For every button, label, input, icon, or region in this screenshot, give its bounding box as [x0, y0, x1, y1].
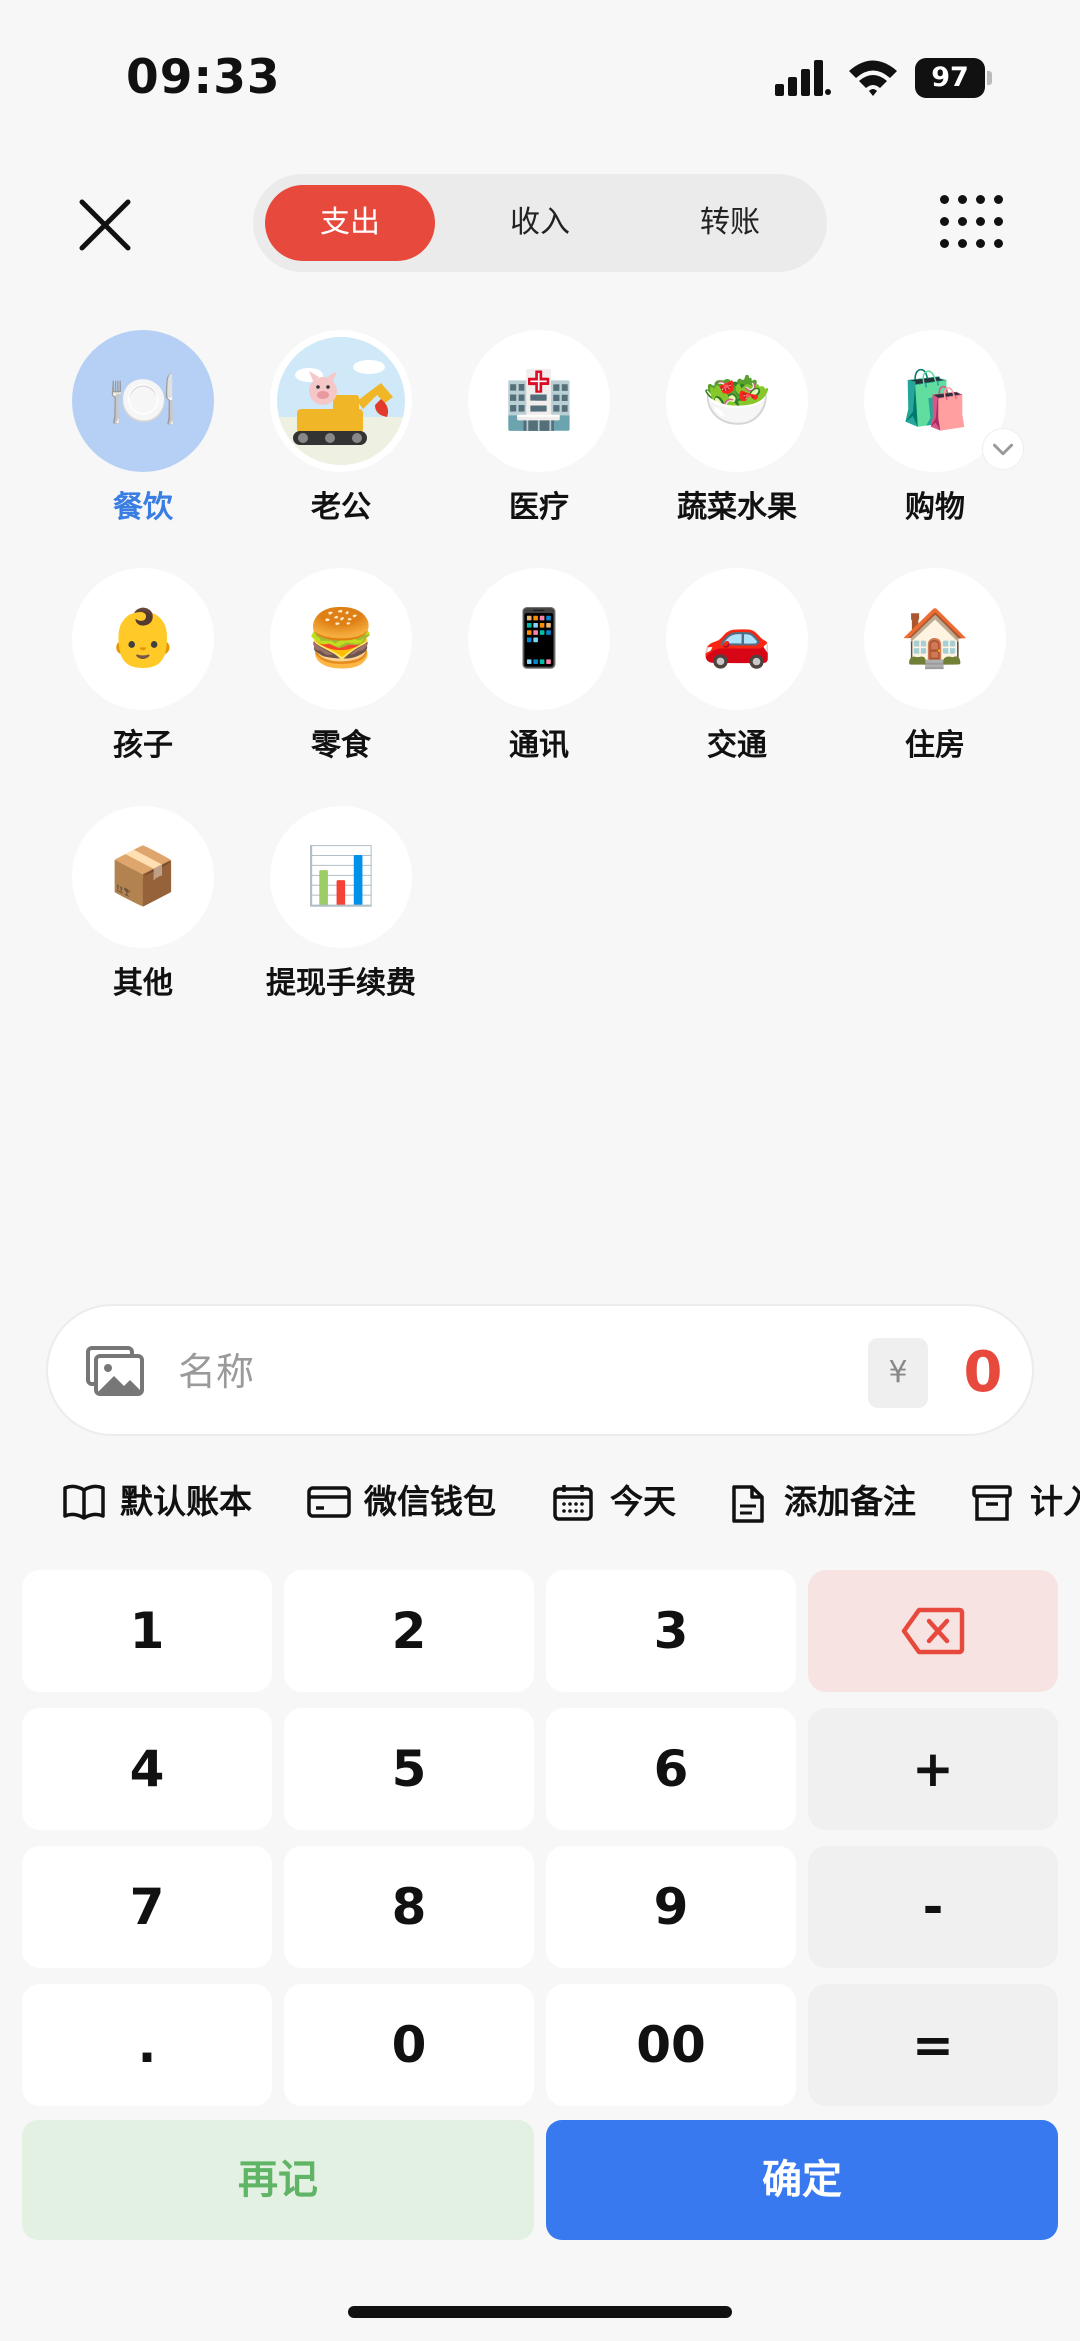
baby-icon: 👶	[72, 568, 214, 710]
category-label: 提现手续费	[266, 966, 416, 1001]
battery-indicator: 97	[915, 58, 992, 98]
category-dining[interactable]: 🍽️ 餐饮	[44, 330, 242, 530]
account-label: 微信钱包	[364, 1482, 496, 1521]
key-4[interactable]: 4	[22, 1708, 272, 1830]
category-produce[interactable]: 🥗 蔬菜水果	[638, 330, 836, 530]
status-bar: 09:33 97	[0, 0, 1080, 160]
category-husband[interactable]: 老公	[242, 330, 440, 530]
minus-key[interactable]: -	[808, 1846, 1058, 1968]
key-decimal[interactable]: .	[22, 1984, 272, 2106]
category-housing[interactable]: 🏠 住房	[836, 568, 1034, 768]
note-option[interactable]: 添加备注	[730, 1470, 940, 1534]
pig-excavator-avatar-icon	[270, 330, 412, 472]
record-again-button[interactable]: 再记	[22, 2120, 534, 2240]
burger-icon: 🍔	[270, 568, 412, 710]
category-label: 医疗	[509, 490, 569, 525]
wifi-icon	[849, 60, 897, 96]
bar-chart-icon: 📊	[270, 806, 412, 948]
key-3[interactable]: 3	[546, 1570, 796, 1692]
note-icon	[732, 1485, 764, 1523]
entry-field: ¥ 0	[46, 1304, 1034, 1436]
category-label: 其他	[113, 966, 173, 1001]
category-telecom[interactable]: 📱 通讯	[440, 568, 638, 768]
category-label: 住房	[905, 728, 965, 763]
category-other[interactable]: 📦 其他	[44, 806, 242, 1006]
key-0[interactable]: 0	[284, 1984, 534, 2106]
category-transport[interactable]: 🚗 交通	[638, 568, 836, 768]
cellular-signal-icon	[775, 60, 831, 96]
include-label: 计入	[1030, 1482, 1080, 1521]
hospital-icon: 🏥	[468, 330, 610, 472]
date-option[interactable]: 今天	[552, 1470, 702, 1534]
battery-level: 97	[915, 58, 985, 98]
category-kids[interactable]: 👶 孩子	[44, 568, 242, 768]
backspace-button[interactable]	[808, 1570, 1058, 1692]
ledger-label: 默认账本	[120, 1482, 252, 1521]
category-label: 孩子	[113, 728, 173, 763]
backspace-icon	[901, 1607, 965, 1655]
tab-expense[interactable]: 支出	[265, 185, 435, 261]
key-5[interactable]: 5	[284, 1708, 534, 1830]
category-label: 餐饮	[113, 490, 173, 525]
house-icon: 🏠	[864, 568, 1006, 710]
ledger-option[interactable]: 默认账本	[62, 1470, 272, 1534]
category-label: 老公	[311, 490, 371, 525]
calendar-icon	[553, 1485, 593, 1521]
category-label: 蔬菜水果	[677, 490, 797, 525]
status-time: 09:33	[126, 50, 281, 105]
include-option[interactable]: 计入	[972, 1470, 1080, 1534]
category-label: 交通	[707, 728, 767, 763]
category-withdrawal-fee[interactable]: 📊 提现手续费	[242, 806, 440, 1006]
book-icon	[63, 1484, 105, 1520]
date-label: 今天	[610, 1482, 676, 1521]
key-2[interactable]: 2	[284, 1570, 534, 1692]
car-icon: 🚗	[666, 568, 808, 710]
key-7[interactable]: 7	[22, 1846, 272, 1968]
amount-display: 0	[963, 1340, 1003, 1405]
key-8[interactable]: 8	[284, 1846, 534, 1968]
key-00[interactable]: 00	[546, 1984, 796, 2106]
plus-key[interactable]: +	[808, 1708, 1058, 1830]
note-label: 添加备注	[784, 1482, 916, 1521]
home-indicator	[348, 2306, 732, 2318]
phone-icon: 📱	[468, 568, 610, 710]
battery-nub	[987, 71, 992, 85]
category-snacks[interactable]: 🍔 零食	[242, 568, 440, 768]
photo-icon[interactable]	[86, 1346, 144, 1396]
currency-button[interactable]: ¥	[868, 1338, 928, 1408]
category-label: 购物	[905, 490, 965, 525]
key-6[interactable]: 6	[546, 1708, 796, 1830]
name-input[interactable]	[178, 1340, 738, 1404]
equals-key[interactable]: =	[808, 1984, 1058, 2106]
card-icon	[307, 1486, 351, 1518]
package-icon: 📦	[72, 806, 214, 948]
options-row: 默认账本 微信钱包 今天 添加备注 计入	[0, 1470, 1080, 1534]
confirm-button[interactable]: 确定	[546, 2120, 1058, 2240]
tab-transfer[interactable]: 转账	[645, 185, 815, 261]
archive-icon	[972, 1485, 1012, 1521]
category-medical[interactable]: 🏥 医疗	[440, 330, 638, 530]
category-label: 零食	[311, 728, 371, 763]
key-9[interactable]: 9	[546, 1846, 796, 1968]
chevron-down-icon[interactable]	[982, 428, 1024, 470]
grid-menu-icon[interactable]	[940, 195, 1004, 249]
plate-icon: 🍽️	[72, 330, 214, 472]
type-segmented-control: 支出 收入 转账	[253, 174, 827, 272]
close-icon[interactable]	[70, 190, 140, 260]
key-1[interactable]: 1	[22, 1570, 272, 1692]
account-option[interactable]: 微信钱包	[306, 1470, 516, 1534]
vegetables-icon: 🥗	[666, 330, 808, 472]
category-label: 通讯	[509, 728, 569, 763]
tab-income[interactable]: 收入	[455, 185, 625, 261]
